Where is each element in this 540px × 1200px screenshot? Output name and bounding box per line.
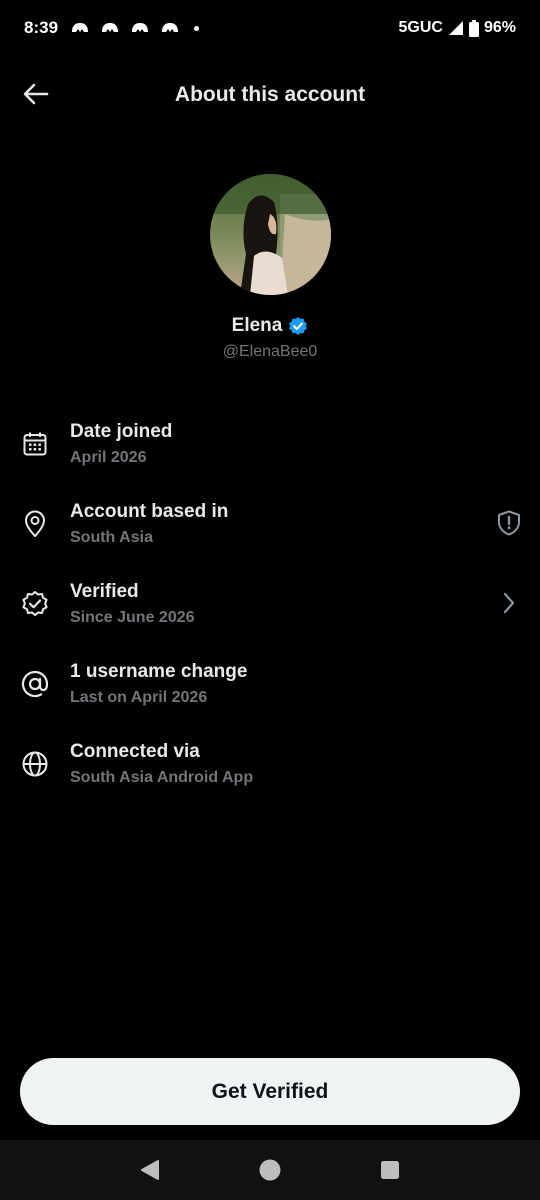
more-notifications-dot — [194, 25, 200, 31]
notification-app-icon — [72, 23, 89, 32]
info-subtitle: South Asia — [70, 529, 153, 546]
status-left: 8:39 — [24, 18, 200, 38]
notification-icons — [70, 21, 200, 35]
arrow-left-icon — [23, 83, 49, 105]
info-subtitle: Last on April 2026 — [70, 689, 208, 706]
display-name: Elena — [231, 315, 283, 336]
info-title: Date joined — [70, 421, 173, 442]
chevron-right-icon[interactable] — [494, 588, 524, 618]
account-info-list: Date joined April 2026 Account based in … — [0, 404, 540, 804]
verified-badge-icon — [289, 317, 308, 335]
verified-badge-outline-icon — [20, 589, 50, 619]
notification-app-icon — [102, 23, 119, 32]
circle-home-icon — [259, 1159, 281, 1181]
avatar[interactable] — [209, 174, 331, 295]
globe-icon — [20, 749, 50, 779]
nav-recents-button[interactable] — [370, 1150, 410, 1190]
battery-percent: 96% — [483, 19, 516, 36]
name-row: Elena — [232, 315, 309, 337]
nav-home-button[interactable] — [250, 1150, 290, 1190]
get-verified-button[interactable]: Get Verified — [20, 1058, 520, 1125]
battery-icon — [468, 19, 479, 37]
notification-app-icon — [132, 23, 149, 32]
square-recents-icon — [381, 1161, 399, 1179]
signal-icon — [448, 21, 463, 35]
info-subtitle: South Asia Android App — [70, 769, 254, 786]
at-sign-icon — [20, 669, 50, 699]
info-subtitle: April 2026 — [70, 449, 147, 466]
shield-alert-icon[interactable] — [494, 508, 524, 538]
avatar-image — [209, 174, 331, 295]
page-title: About this account — [174, 83, 366, 106]
info-row-connected-via: Connected via South Asia Android App — [0, 724, 540, 804]
info-row-verified[interactable]: Verified Since June 2026 — [0, 564, 540, 644]
status-bar: 8:39 5GUC 96% — [0, 0, 540, 56]
nav-back-button[interactable] — [130, 1150, 170, 1190]
triangle-back-icon — [141, 1160, 159, 1180]
back-button[interactable] — [16, 74, 56, 114]
location-pin-icon — [20, 509, 50, 539]
info-subtitle: Since June 2026 — [70, 609, 195, 626]
info-title: 1 username change — [70, 661, 248, 682]
info-title: Verified — [70, 581, 139, 602]
info-row-date-joined: Date joined April 2026 — [0, 404, 540, 484]
info-title: Connected via — [70, 741, 200, 762]
calendar-icon — [20, 429, 50, 459]
username-handle: @ElenaBee0 — [222, 343, 318, 360]
info-title: Account based in — [70, 501, 229, 522]
system-nav-bar — [0, 1140, 540, 1200]
notification-app-icon — [162, 23, 179, 32]
info-row-account-based-in: Account based in South Asia — [0, 484, 540, 564]
info-row-username-change: 1 username change Last on April 2026 — [0, 644, 540, 724]
app-bar: About this account — [0, 60, 540, 130]
status-right: 5GUC 96% — [399, 19, 516, 37]
status-time: 8:39 — [24, 18, 59, 37]
profile-header: Elena @ElenaBee0 — [0, 174, 540, 361]
network-label: 5GUC — [398, 19, 443, 36]
